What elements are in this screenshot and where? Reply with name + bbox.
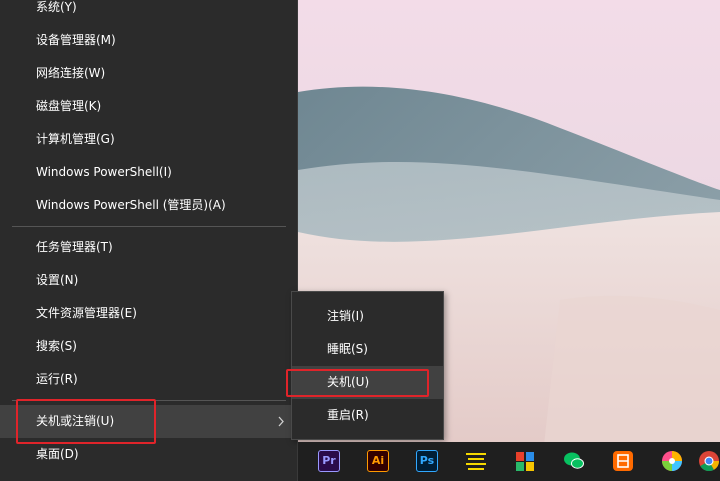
chevron-right-icon: [278, 416, 284, 427]
submenu-item-sleep[interactable]: 睡眠(S): [292, 333, 443, 366]
shutdown-submenu: 注销(I) 睡眠(S) 关机(U) 重启(R): [291, 291, 444, 440]
menu-item-label: 系统(Y): [36, 0, 77, 14]
menu-item-system[interactable]: 系统(Y): [0, 0, 298, 24]
taskbar-app-chrome[interactable]: [698, 442, 720, 481]
menu-item-label: 计算机管理(G): [36, 132, 115, 146]
wechat-icon: [564, 452, 584, 469]
menu-item-network-connections[interactable]: 网络连接(W): [0, 57, 298, 90]
premiere-icon: Pr: [318, 450, 340, 472]
taskbar-app-wechat[interactable]: [551, 442, 599, 481]
menu-item-label: 设备管理器(M): [36, 33, 116, 47]
menu-separator: [12, 226, 286, 227]
menu-item-settings[interactable]: 设置(N): [0, 264, 298, 297]
highlight-shutdown-signout: [16, 399, 156, 444]
submenu-item-label: 注销(I): [327, 309, 364, 323]
menu-item-label: 搜索(S): [36, 339, 77, 353]
menu-item-label: 设置(N): [36, 273, 79, 287]
menu-item-label: Windows PowerShell (管理员)(A): [36, 198, 226, 212]
taskbar-app-pinwheel[interactable]: [649, 442, 697, 481]
menu-item-label: 任务管理器(T): [36, 240, 113, 254]
taskbar-app-illustrator[interactable]: Ai: [355, 442, 403, 481]
menu-item-task-manager[interactable]: 任务管理器(T): [0, 231, 298, 264]
submenu-item-restart[interactable]: 重启(R): [292, 399, 443, 432]
pinwheel-app-icon: [662, 451, 682, 471]
taskbar-app-multicolor[interactable]: [502, 442, 550, 481]
illustrator-icon: Ai: [367, 450, 389, 472]
taskbar: Pr Ai Ps: [298, 442, 720, 481]
photoshop-icon: Ps: [416, 450, 438, 472]
taskbar-app-notes[interactable]: [453, 442, 501, 481]
menu-item-powershell[interactable]: Windows PowerShell(I): [0, 156, 298, 189]
highlight-shut-down: [286, 369, 429, 397]
menu-item-file-explorer[interactable]: 文件资源管理器(E): [0, 297, 298, 330]
menu-item-label: 文件资源管理器(E): [36, 306, 137, 320]
menu-item-computer-management[interactable]: 计算机管理(G): [0, 123, 298, 156]
taskbar-app-premiere[interactable]: Pr: [306, 442, 354, 481]
taskbar-app-photoshop[interactable]: Ps: [404, 442, 452, 481]
menu-item-disk-management[interactable]: 磁盘管理(K): [0, 90, 298, 123]
menu-item-search[interactable]: 搜索(S): [0, 330, 298, 363]
menu-item-label: 磁盘管理(K): [36, 99, 102, 113]
office-app-icon: [613, 451, 633, 471]
menu-item-label: 桌面(D): [36, 447, 79, 461]
chrome-icon: [699, 451, 720, 472]
menu-item-label: 网络连接(W): [36, 66, 106, 80]
taskbar-app-office[interactable]: [600, 442, 648, 481]
submenu-item-label: 重启(R): [327, 408, 369, 422]
menu-item-device-manager[interactable]: 设备管理器(M): [0, 24, 298, 57]
notes-icon: [466, 453, 486, 470]
menu-item-label: 运行(R): [36, 372, 78, 386]
menu-item-label: Windows PowerShell(I): [36, 165, 172, 179]
submenu-item-sign-out[interactable]: 注销(I): [292, 300, 443, 333]
menu-item-run[interactable]: 运行(R): [0, 363, 298, 396]
menu-item-powershell-admin[interactable]: Windows PowerShell (管理员)(A): [0, 189, 298, 222]
submenu-item-label: 睡眠(S): [327, 342, 368, 356]
multicolor-app-icon: [516, 452, 534, 471]
